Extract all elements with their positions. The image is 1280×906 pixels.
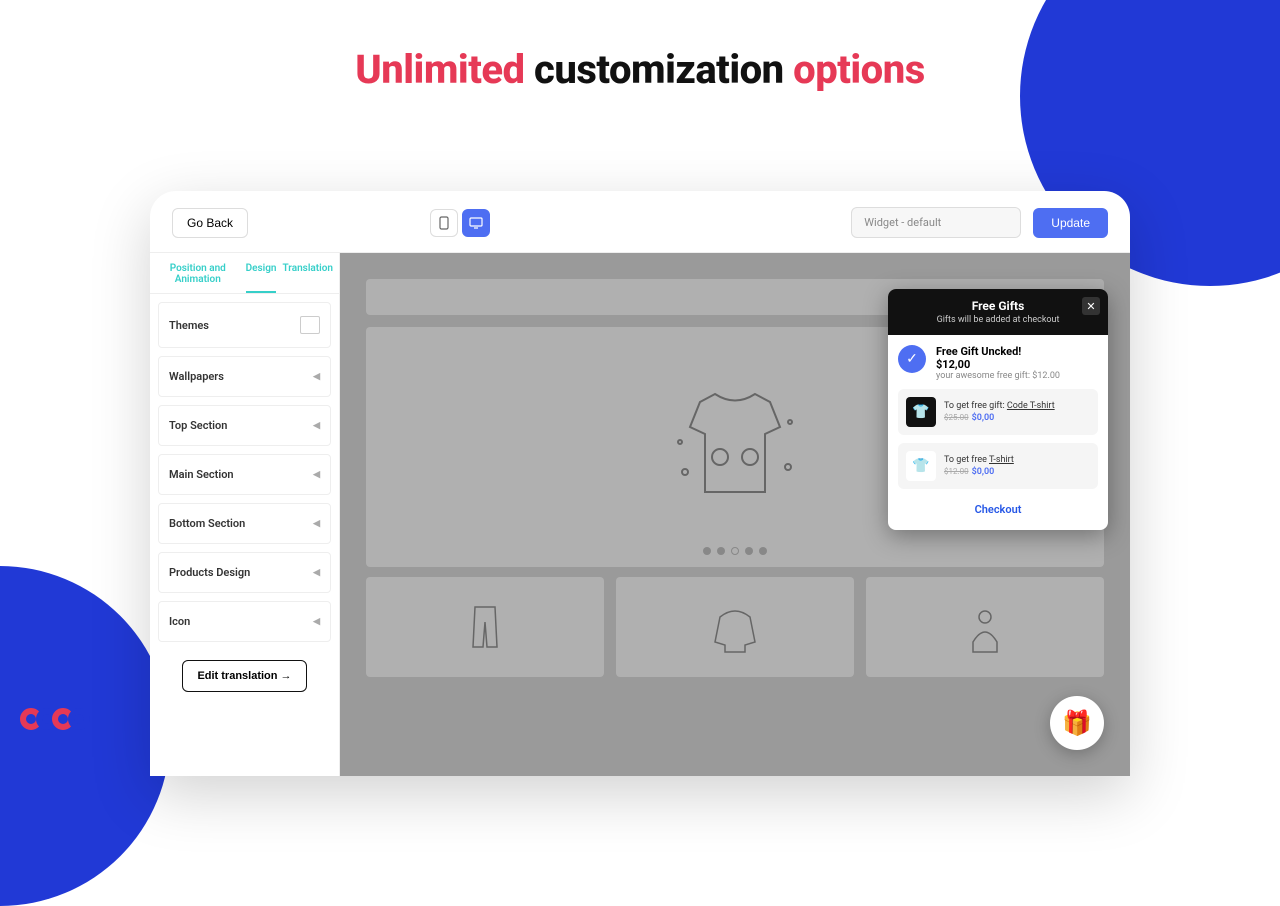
gift-icon: 🎁 bbox=[1062, 709, 1092, 737]
panel-icon[interactable]: Icon ◀ bbox=[158, 601, 331, 642]
chevron-left-icon: ◀ bbox=[313, 568, 320, 578]
gift-card-1[interactable]: 👕 To get free gift: Code T-shirt $25.00$… bbox=[898, 389, 1098, 435]
brand-logo bbox=[20, 708, 90, 730]
mobile-icon bbox=[439, 216, 449, 230]
sweater-icon bbox=[705, 597, 765, 657]
shirt-illustration-icon bbox=[660, 372, 810, 522]
widget-header: Free Gifts Gifts will be added at checko… bbox=[888, 289, 1108, 335]
panel-label: Themes bbox=[169, 319, 209, 332]
carousel-dots[interactable] bbox=[703, 547, 767, 555]
checkout-button[interactable]: Checkout bbox=[898, 497, 1098, 520]
panel-label: Wallpapers bbox=[169, 370, 224, 383]
tab-design[interactable]: Design bbox=[246, 263, 277, 293]
tab-position-animation[interactable]: Position and Animation bbox=[156, 263, 240, 293]
tshirt-dark-icon: 👕 bbox=[906, 397, 936, 427]
logo-o3-icon bbox=[68, 708, 90, 730]
checkmark-icon: ✓ bbox=[898, 345, 926, 373]
widget-selector[interactable]: Widget - default bbox=[851, 207, 1021, 238]
widget-title: Free Gifts bbox=[898, 299, 1098, 313]
panel-label: Bottom Section bbox=[169, 517, 245, 530]
pants-icon bbox=[455, 597, 515, 657]
panel-main-section[interactable]: Main Section ◀ bbox=[158, 454, 331, 495]
hat-icon bbox=[955, 597, 1015, 657]
headline-word-3: options bbox=[793, 46, 925, 93]
gift-old-price: $25.00 bbox=[944, 413, 969, 422]
page-headline: Unlimited customization options bbox=[0, 46, 1280, 93]
theme-thumbnail-icon bbox=[300, 316, 320, 334]
panel-top-section[interactable]: Top Section ◀ bbox=[158, 405, 331, 446]
panel-label: Icon bbox=[169, 615, 190, 628]
unlock-row: ✓ Free Gift Uncked! $12,00 your awesome … bbox=[898, 345, 1098, 381]
unlock-sub: your awesome free gift: $12.00 bbox=[936, 371, 1060, 381]
gift-info: To get free T-shirt $12.00$0,00 bbox=[944, 455, 1014, 477]
gift-fab-button[interactable]: 🎁 bbox=[1050, 696, 1104, 750]
panel-label: Main Section bbox=[169, 468, 234, 481]
widget-body: ✓ Free Gift Uncked! $12,00 your awesome … bbox=[888, 335, 1108, 530]
close-icon: ✕ bbox=[1086, 300, 1095, 313]
gift-name: Code T-shirt bbox=[1007, 401, 1055, 411]
sidebar: Position and Animation Design Translatio… bbox=[150, 253, 340, 776]
gift-old-price: $12.00 bbox=[944, 467, 969, 476]
go-back-button[interactable]: Go Back bbox=[172, 208, 248, 238]
gift-card-2[interactable]: 👕 To get free T-shirt $12.00$0,00 bbox=[898, 443, 1098, 489]
app-window: Go Back Widget - default Update Position… bbox=[150, 191, 1130, 776]
top-toolbar: Go Back Widget - default Update bbox=[150, 191, 1130, 253]
gift-prefix: To get free gift: bbox=[944, 401, 1007, 411]
free-gifts-widget: Free Gifts Gifts will be added at checko… bbox=[888, 289, 1108, 530]
panel-themes[interactable]: Themes bbox=[158, 302, 331, 348]
gift-new-price: $0,00 bbox=[972, 413, 995, 423]
panel-label: Top Section bbox=[169, 419, 227, 432]
product-row bbox=[366, 577, 1104, 677]
gift-new-price: $0,00 bbox=[972, 467, 995, 477]
mobile-view-button[interactable] bbox=[430, 209, 458, 237]
panel-label: Products Design bbox=[169, 566, 250, 579]
body-row: Position and Animation Design Translatio… bbox=[150, 253, 1130, 776]
decor-circle-bottom-left bbox=[0, 566, 170, 906]
headline-word-2: customization bbox=[534, 46, 784, 93]
unlock-price: $12,00 bbox=[936, 358, 1060, 371]
edit-translation-button[interactable]: Edit translation → bbox=[182, 660, 306, 692]
gift-prefix: To get free bbox=[944, 455, 989, 465]
device-toggle bbox=[430, 209, 490, 237]
tshirt-light-icon: 👕 bbox=[906, 451, 936, 481]
product-card bbox=[616, 577, 854, 677]
desktop-view-button[interactable] bbox=[462, 209, 490, 237]
gift-name: T-shirt bbox=[989, 455, 1014, 465]
chevron-left-icon: ◀ bbox=[313, 372, 320, 382]
product-card bbox=[366, 577, 604, 677]
preview-area: Free Gifts Gifts will be added at checko… bbox=[340, 253, 1130, 776]
tab-translation[interactable]: Translation bbox=[282, 263, 333, 293]
panel-products-design[interactable]: Products Design ◀ bbox=[158, 552, 331, 593]
chevron-left-icon: ◀ bbox=[313, 470, 320, 480]
unlock-title: Free Gift Uncked! bbox=[936, 345, 1060, 358]
sidebar-tabs: Position and Animation Design Translatio… bbox=[150, 253, 339, 294]
gift-info: To get free gift: Code T-shirt $25.00$0,… bbox=[944, 401, 1055, 423]
desktop-icon bbox=[469, 217, 483, 229]
chevron-left-icon: ◀ bbox=[313, 519, 320, 529]
unlock-text: Free Gift Uncked! $12,00 your awesome fr… bbox=[936, 345, 1060, 381]
update-button[interactable]: Update bbox=[1033, 208, 1108, 238]
product-card bbox=[866, 577, 1104, 677]
chevron-left-icon: ◀ bbox=[313, 617, 320, 627]
panel-wallpapers[interactable]: Wallpapers ◀ bbox=[158, 356, 331, 397]
chevron-left-icon: ◀ bbox=[313, 421, 320, 431]
close-widget-button[interactable]: ✕ bbox=[1082, 297, 1100, 315]
widget-subtitle: Gifts will be added at checkout bbox=[898, 315, 1098, 325]
panel-list: Themes Wallpapers ◀ Top Section ◀ Main S… bbox=[150, 294, 339, 650]
panel-bottom-section[interactable]: Bottom Section ◀ bbox=[158, 503, 331, 544]
headline-word-1: Unlimited bbox=[355, 46, 524, 93]
